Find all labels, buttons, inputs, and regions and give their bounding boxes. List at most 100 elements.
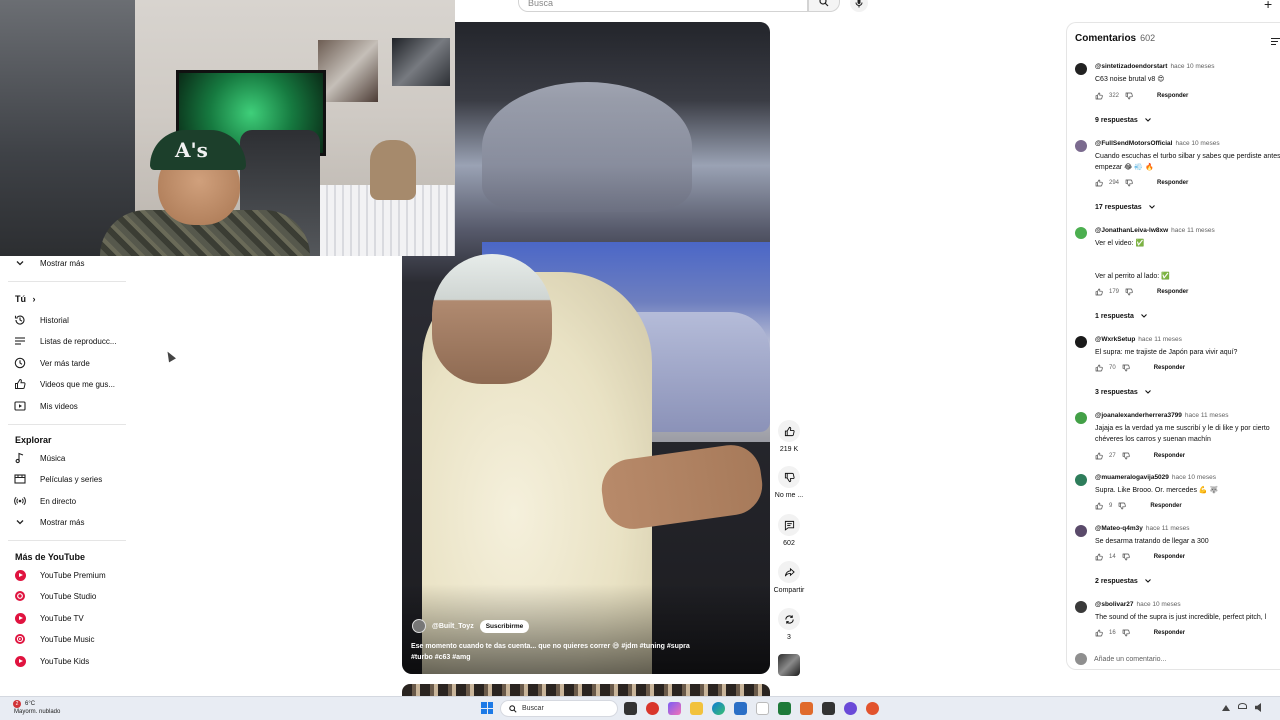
comment-time[interactable]: hace 10 meses bbox=[1172, 474, 1216, 481]
comment-time[interactable]: hace 10 meses bbox=[1175, 140, 1219, 147]
replies-toggle[interactable]: 1 respuesta bbox=[1095, 312, 1148, 320]
wifi-icon[interactable] bbox=[1238, 703, 1247, 709]
channel-name[interactable]: @Built_Toyz bbox=[432, 623, 474, 630]
search-button[interactable] bbox=[808, 0, 840, 12]
sidebar-item-my-videos[interactable]: Mis videos bbox=[0, 396, 130, 416]
comment-author[interactable]: @WxrkSetup bbox=[1095, 336, 1135, 343]
sidebar-item-watch-later[interactable]: Ver más tarde bbox=[0, 353, 130, 373]
volume-icon[interactable] bbox=[1255, 703, 1261, 712]
notepad-icon[interactable] bbox=[756, 702, 769, 715]
taskbar-search[interactable]: Buscar bbox=[500, 700, 618, 717]
comment-author[interactable]: @sbolivar27 bbox=[1095, 601, 1134, 608]
windows-start-icon[interactable] bbox=[481, 702, 493, 714]
app-icon[interactable] bbox=[844, 702, 857, 715]
replies-toggle[interactable]: 9 respuestas bbox=[1095, 116, 1152, 124]
comment-time[interactable]: hace 10 meses bbox=[1137, 601, 1181, 608]
reply-button[interactable]: Responder bbox=[1150, 503, 1181, 509]
replies-toggle[interactable]: 2 respuestas bbox=[1095, 577, 1152, 585]
thumb-down-icon[interactable] bbox=[1125, 288, 1133, 296]
sidebar-show-more[interactable]: Mostrar más bbox=[0, 512, 130, 532]
file-explorer-icon[interactable] bbox=[690, 702, 703, 715]
comment-author[interactable]: @Mateo-q4m3y bbox=[1095, 525, 1143, 532]
replies-toggle[interactable]: 3 respuestas bbox=[1095, 388, 1152, 396]
edge-icon[interactable] bbox=[712, 702, 725, 715]
sidebar-item-playlists[interactable]: Listas de reproducc... bbox=[0, 331, 130, 351]
thumb-down-icon[interactable] bbox=[1122, 629, 1130, 637]
thumb-down-icon[interactable] bbox=[1122, 553, 1130, 561]
reply-button[interactable]: Responder bbox=[1157, 289, 1188, 295]
comment-time[interactable]: hace 11 meses bbox=[1185, 412, 1229, 419]
thumb-down-icon[interactable] bbox=[1122, 452, 1130, 460]
app-icon[interactable] bbox=[822, 702, 835, 715]
reply-button[interactable]: Responder bbox=[1154, 554, 1185, 560]
task-view-icon[interactable] bbox=[624, 702, 637, 715]
comment-time[interactable]: hace 11 meses bbox=[1146, 525, 1190, 532]
thumb-down-icon[interactable] bbox=[1118, 502, 1127, 510]
comments-button[interactable] bbox=[778, 514, 800, 536]
reply-button[interactable]: Responder bbox=[1154, 365, 1185, 371]
sidebar-item-music[interactable]: Música bbox=[0, 448, 130, 468]
comment-author[interactable]: @joanalexanderherrera3799 bbox=[1095, 412, 1182, 419]
comment-author[interactable]: @JonathanLeiva-lw8xw bbox=[1095, 227, 1168, 234]
thumb-up-icon[interactable] bbox=[1095, 502, 1103, 510]
channel-avatar[interactable] bbox=[412, 619, 426, 633]
weather-widget[interactable]: 2 6°C Mayorm. nublado bbox=[13, 700, 60, 716]
comment-author[interactable]: @muameralogavija5029 bbox=[1095, 474, 1169, 481]
shorts-video-player[interactable]: @Built_Toyz Suscribirme Ese momento cuan… bbox=[402, 22, 770, 674]
video-title[interactable]: Ese momento cuando te das cuenta... que … bbox=[411, 641, 711, 663]
like-button[interactable] bbox=[778, 420, 800, 442]
thumb-down-icon[interactable] bbox=[1125, 92, 1133, 100]
sidebar-item-live[interactable]: En directo bbox=[0, 491, 130, 511]
comment-time[interactable]: hace 10 meses bbox=[1170, 63, 1214, 70]
thumb-up-icon[interactable] bbox=[1095, 629, 1103, 637]
remix-button[interactable] bbox=[778, 608, 800, 630]
sidebar-item-movies[interactable]: Películas y series bbox=[0, 469, 130, 489]
thumb-down-icon[interactable] bbox=[1125, 179, 1133, 187]
browser-icon[interactable] bbox=[866, 702, 879, 715]
comment-time[interactable]: hace 11 meses bbox=[1171, 227, 1215, 234]
sound-thumbnail[interactable] bbox=[778, 654, 800, 676]
sidebar-item-youtube-tv[interactable]: YouTube TV bbox=[0, 608, 130, 628]
commenter-avatar[interactable] bbox=[1075, 227, 1087, 239]
store-icon[interactable] bbox=[734, 702, 747, 715]
commenter-avatar[interactable] bbox=[1075, 525, 1087, 537]
sidebar-show-more-top[interactable]: Mostrar más bbox=[0, 253, 130, 273]
comment-time[interactable]: hace 11 meses bbox=[1138, 336, 1182, 343]
thumb-up-icon[interactable] bbox=[1095, 452, 1103, 460]
reply-button[interactable]: Responder bbox=[1157, 93, 1188, 99]
add-comment-field[interactable]: Añade un comentario... bbox=[1075, 653, 1166, 665]
thumb-up-icon[interactable] bbox=[1095, 179, 1103, 187]
search-input[interactable]: Busca bbox=[518, 0, 808, 12]
create-plus-icon[interactable]: + bbox=[1264, 0, 1272, 12]
app-icon[interactable] bbox=[800, 702, 813, 715]
thumb-up-icon[interactable] bbox=[1095, 364, 1103, 372]
thumb-up-icon[interactable] bbox=[1095, 92, 1103, 100]
commenter-avatar[interactable] bbox=[1075, 140, 1087, 152]
share-button[interactable] bbox=[778, 561, 800, 583]
app-icon[interactable] bbox=[646, 702, 659, 715]
commenter-avatar[interactable] bbox=[1075, 601, 1087, 613]
reply-button[interactable]: Responder bbox=[1157, 180, 1188, 186]
comment-author[interactable]: @sintetizadoendorstart bbox=[1095, 63, 1167, 70]
sort-icon[interactable] bbox=[1271, 33, 1280, 51]
reply-button[interactable]: Responder bbox=[1154, 630, 1185, 636]
commenter-avatar[interactable] bbox=[1075, 412, 1087, 424]
dislike-button[interactable] bbox=[778, 466, 800, 488]
commenter-avatar[interactable] bbox=[1075, 63, 1087, 75]
sidebar-item-youtube-music[interactable]: YouTube Music bbox=[0, 629, 130, 649]
thumb-up-icon[interactable] bbox=[1095, 288, 1103, 296]
reply-button[interactable]: Responder bbox=[1154, 453, 1185, 459]
sidebar-item-youtube-kids[interactable]: YouTube Kids bbox=[0, 651, 130, 671]
sidebar-item-liked-videos[interactable]: Videos que me gus... bbox=[0, 374, 130, 394]
thumb-down-icon[interactable] bbox=[1122, 364, 1130, 372]
replies-toggle[interactable]: 17 respuestas bbox=[1095, 203, 1156, 211]
commenter-avatar[interactable] bbox=[1075, 336, 1087, 348]
sidebar-item-youtube-premium[interactable]: YouTube Premium bbox=[0, 565, 130, 585]
copilot-icon[interactable] bbox=[668, 702, 681, 715]
sidebar-item-youtube-studio[interactable]: YouTube Studio bbox=[0, 586, 130, 606]
tray-expand-icon[interactable] bbox=[1222, 705, 1230, 711]
commenter-avatar[interactable] bbox=[1075, 474, 1087, 486]
voice-search-button[interactable] bbox=[850, 0, 868, 12]
comment-author[interactable]: @FullSendMotorsOfficial bbox=[1095, 140, 1172, 147]
thumb-up-icon[interactable] bbox=[1095, 553, 1103, 561]
